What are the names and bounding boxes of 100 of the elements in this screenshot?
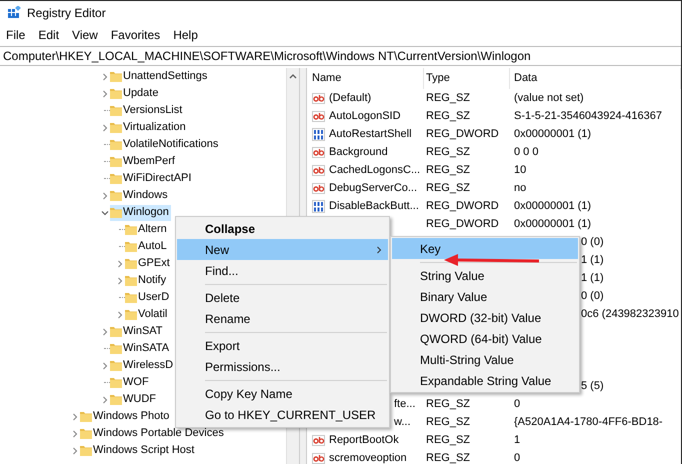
- tree-item[interactable]: VersionsList: [110, 102, 184, 118]
- tree-item[interactable]: VolatileNotifications: [110, 136, 220, 152]
- tree-item[interactable]: WiFiDirectAPI: [110, 170, 194, 186]
- menu-item[interactable]: File: [1, 24, 30, 46]
- value-data: 0x00000001 (1): [514, 128, 592, 140]
- value-type: REG_SZ: [426, 92, 470, 104]
- value-name[interactable]: DebugServerCo...: [329, 180, 418, 196]
- folder-icon: [110, 88, 122, 100]
- tree-item[interactable]: WOF: [110, 374, 151, 390]
- tree-item[interactable]: WUDF: [110, 392, 158, 408]
- value-name[interactable]: (Default): [329, 90, 372, 106]
- tree-item[interactable]: Windows: [110, 188, 170, 204]
- tree-item[interactable]: Virtualization: [110, 120, 188, 136]
- chevron-right-icon[interactable]: [116, 310, 124, 318]
- folder-icon: [110, 326, 122, 338]
- menu-item[interactable]: Export: [177, 335, 388, 356]
- tree-item[interactable]: WbemPerf: [110, 154, 177, 170]
- value-type: REG_SZ: [426, 182, 470, 194]
- tree-item[interactable]: Windows Script Host: [80, 442, 196, 458]
- value-name[interactable]: scremoveoption: [329, 450, 407, 464]
- tree-item[interactable]: GPExt: [125, 256, 172, 272]
- menu-item[interactable]: Collapse: [177, 218, 388, 239]
- value-name[interactable]: DisableBackButt...: [329, 198, 419, 214]
- value-name[interactable]: AutoLogonSID: [329, 108, 401, 124]
- tree-item[interactable]: Notify: [125, 272, 168, 288]
- chevron-right-icon[interactable]: [101, 362, 109, 370]
- folder-icon: [110, 376, 122, 388]
- menu-item[interactable]: Binary Value: [392, 286, 578, 307]
- value-name[interactable]: CachedLogonsC...: [329, 162, 420, 178]
- menu-item[interactable]: DWORD (32-bit) Value: [392, 307, 578, 328]
- tree-item[interactable]: WirelessD: [110, 358, 176, 374]
- binary-value-icon: [312, 128, 325, 140]
- menu-item[interactable]: Expandable String Value: [392, 370, 578, 391]
- chevron-right-icon[interactable]: [101, 72, 109, 80]
- chevron-right-icon[interactable]: [101, 328, 109, 336]
- folder-icon: [80, 428, 92, 440]
- chevron-right-icon[interactable]: [101, 124, 109, 132]
- chevron-right-icon[interactable]: [116, 260, 124, 268]
- menu-item[interactable]: Edit: [33, 24, 64, 46]
- value-name[interactable]: AutoRestartShell: [329, 126, 412, 142]
- tree-item[interactable]: Altern: [125, 222, 169, 238]
- chevron-right-icon[interactable]: [71, 412, 79, 420]
- tree-item[interactable]: Winlogon: [110, 204, 171, 220]
- menu-item[interactable]: String Value: [392, 265, 578, 286]
- menu-item[interactable]: Copy Key Name: [177, 383, 388, 404]
- menu-item[interactable]: Find...: [177, 260, 388, 281]
- menu-item[interactable]: Multi-String Value: [392, 349, 578, 370]
- value-type: REG_SZ: [426, 164, 470, 176]
- folder-icon: [110, 342, 122, 354]
- value-data: 1: [514, 434, 520, 446]
- tree-item[interactable]: Windows Photo: [80, 408, 172, 424]
- value-name[interactable]: ReportBootOk: [329, 432, 399, 448]
- chevron-right-icon[interactable]: [71, 430, 79, 438]
- value-type: REG_SZ: [426, 416, 470, 428]
- value-data: 5 (5): [581, 380, 604, 392]
- chevron-right-icon[interactable]: [101, 396, 109, 404]
- chevron-right-icon[interactable]: [101, 90, 109, 98]
- menu-item[interactable]: View: [67, 24, 103, 46]
- chevron-right-icon[interactable]: [71, 446, 79, 454]
- address-bar[interactable]: Computer\HKEY_LOCAL_MACHINE\SOFTWARE\Microsoft\Windows NT\CurrentVersion\Winlogon: [0, 46, 681, 66]
- value-data: 0c6 (243982323910: [581, 308, 679, 320]
- chevron-right-icon: [376, 246, 382, 254]
- folder-icon: [110, 190, 122, 202]
- column-header[interactable]: Name: [307, 68, 424, 89]
- value-name[interactable]: Background: [329, 144, 388, 160]
- tree-item[interactable]: Volatil: [125, 306, 170, 322]
- folder-icon: [125, 224, 137, 236]
- string-value-icon: [312, 434, 325, 446]
- column-header[interactable]: Data: [510, 68, 681, 89]
- chevron-down-icon[interactable]: [101, 208, 109, 216]
- menu-item[interactable]: Key: [392, 238, 578, 259]
- menu-item[interactable]: QWORD (64-bit) Value: [392, 328, 578, 349]
- value-name[interactable]: w...: [394, 414, 411, 430]
- binary-value-icon: [312, 200, 325, 212]
- menu-item[interactable]: Go to HKEY_CURRENT_USER: [177, 404, 388, 425]
- menu-item[interactable]: Permissions...: [177, 356, 388, 377]
- column-header[interactable]: Type: [424, 68, 510, 89]
- scroll-up-icon[interactable]: [289, 74, 297, 79]
- tree-item[interactable]: AutoL: [125, 238, 169, 254]
- menu-item[interactable]: Help: [168, 24, 203, 46]
- folder-icon: [125, 240, 137, 252]
- tree-item[interactable]: UserD: [125, 290, 172, 306]
- tree-item[interactable]: Update: [110, 86, 160, 102]
- value-name[interactable]: fte...: [394, 396, 416, 412]
- string-value-icon: [312, 164, 325, 176]
- tree-item[interactable]: Windows Portable Devices: [80, 426, 226, 442]
- menu-item[interactable]: Rename: [177, 308, 388, 329]
- menu-item[interactable]: Delete: [177, 287, 388, 308]
- folder-icon: [125, 274, 137, 286]
- folder-icon: [125, 292, 137, 304]
- value-data: 0: [514, 452, 520, 464]
- chevron-right-icon[interactable]: [116, 276, 124, 284]
- menu-item[interactable]: New: [177, 239, 388, 260]
- chevron-right-icon[interactable]: [101, 192, 109, 200]
- tree-item[interactable]: UnattendSettings: [110, 68, 210, 84]
- tree-item[interactable]: WinSAT: [110, 324, 165, 340]
- value-data: 0 (0): [581, 236, 604, 248]
- menu-item[interactable]: Favorites: [106, 24, 166, 46]
- value-data: 0x00000001 (1): [514, 200, 592, 212]
- tree-item[interactable]: WinSATA: [110, 340, 172, 356]
